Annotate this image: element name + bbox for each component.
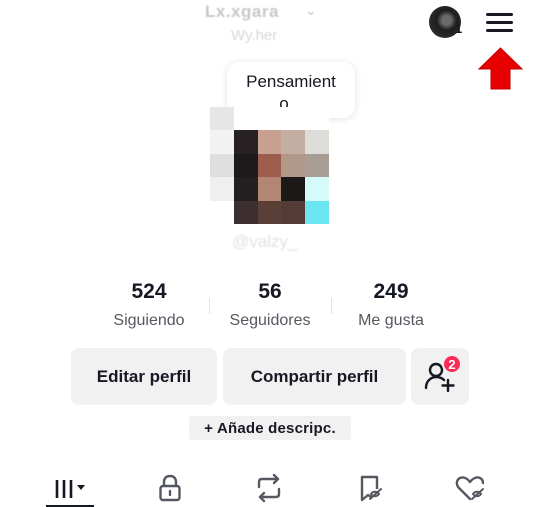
favorites-icon xyxy=(360,475,382,502)
following-count[interactable]: 524 xyxy=(89,280,209,304)
notification-badge: 2 xyxy=(442,354,462,374)
lock-icon xyxy=(159,474,181,502)
red-up-arrow-icon xyxy=(478,47,523,90)
add-friends-button[interactable] xyxy=(411,348,469,405)
edit-profile-button[interactable]: Editar perfil xyxy=(71,348,217,405)
profile-avatar[interactable] xyxy=(210,107,329,224)
tab-liked[interactable] xyxy=(440,470,500,506)
likes-label[interactable]: Me gusta xyxy=(331,312,451,330)
chevron-down-icon: ⌄ xyxy=(305,2,317,18)
share-profile-button[interactable]: Compartir perfil xyxy=(223,348,406,405)
hamburger-menu-icon[interactable] xyxy=(486,11,514,33)
account-switch-count: 1 xyxy=(455,21,463,36)
likes-count[interactable]: 249 xyxy=(331,280,451,304)
followers-count[interactable]: 56 xyxy=(210,280,330,304)
repost-icon xyxy=(257,473,281,503)
tab-reposts[interactable] xyxy=(239,470,299,506)
tab-private[interactable] xyxy=(140,470,200,506)
tab-videos[interactable] xyxy=(40,470,100,506)
profile-handle: @valzy_ xyxy=(232,232,298,251)
following-label[interactable]: Siguiendo xyxy=(89,312,209,330)
tab-favorites[interactable] xyxy=(340,470,400,506)
liked-icon xyxy=(455,476,485,501)
profile-subtitle: Wy.her xyxy=(231,27,278,44)
followers-label[interactable]: Seguidores xyxy=(210,312,330,330)
add-description-button[interactable]: + Añade descripc. xyxy=(189,416,351,440)
videos-grid-icon xyxy=(55,480,85,498)
profile-username[interactable]: Lx.xgara xyxy=(205,2,279,22)
